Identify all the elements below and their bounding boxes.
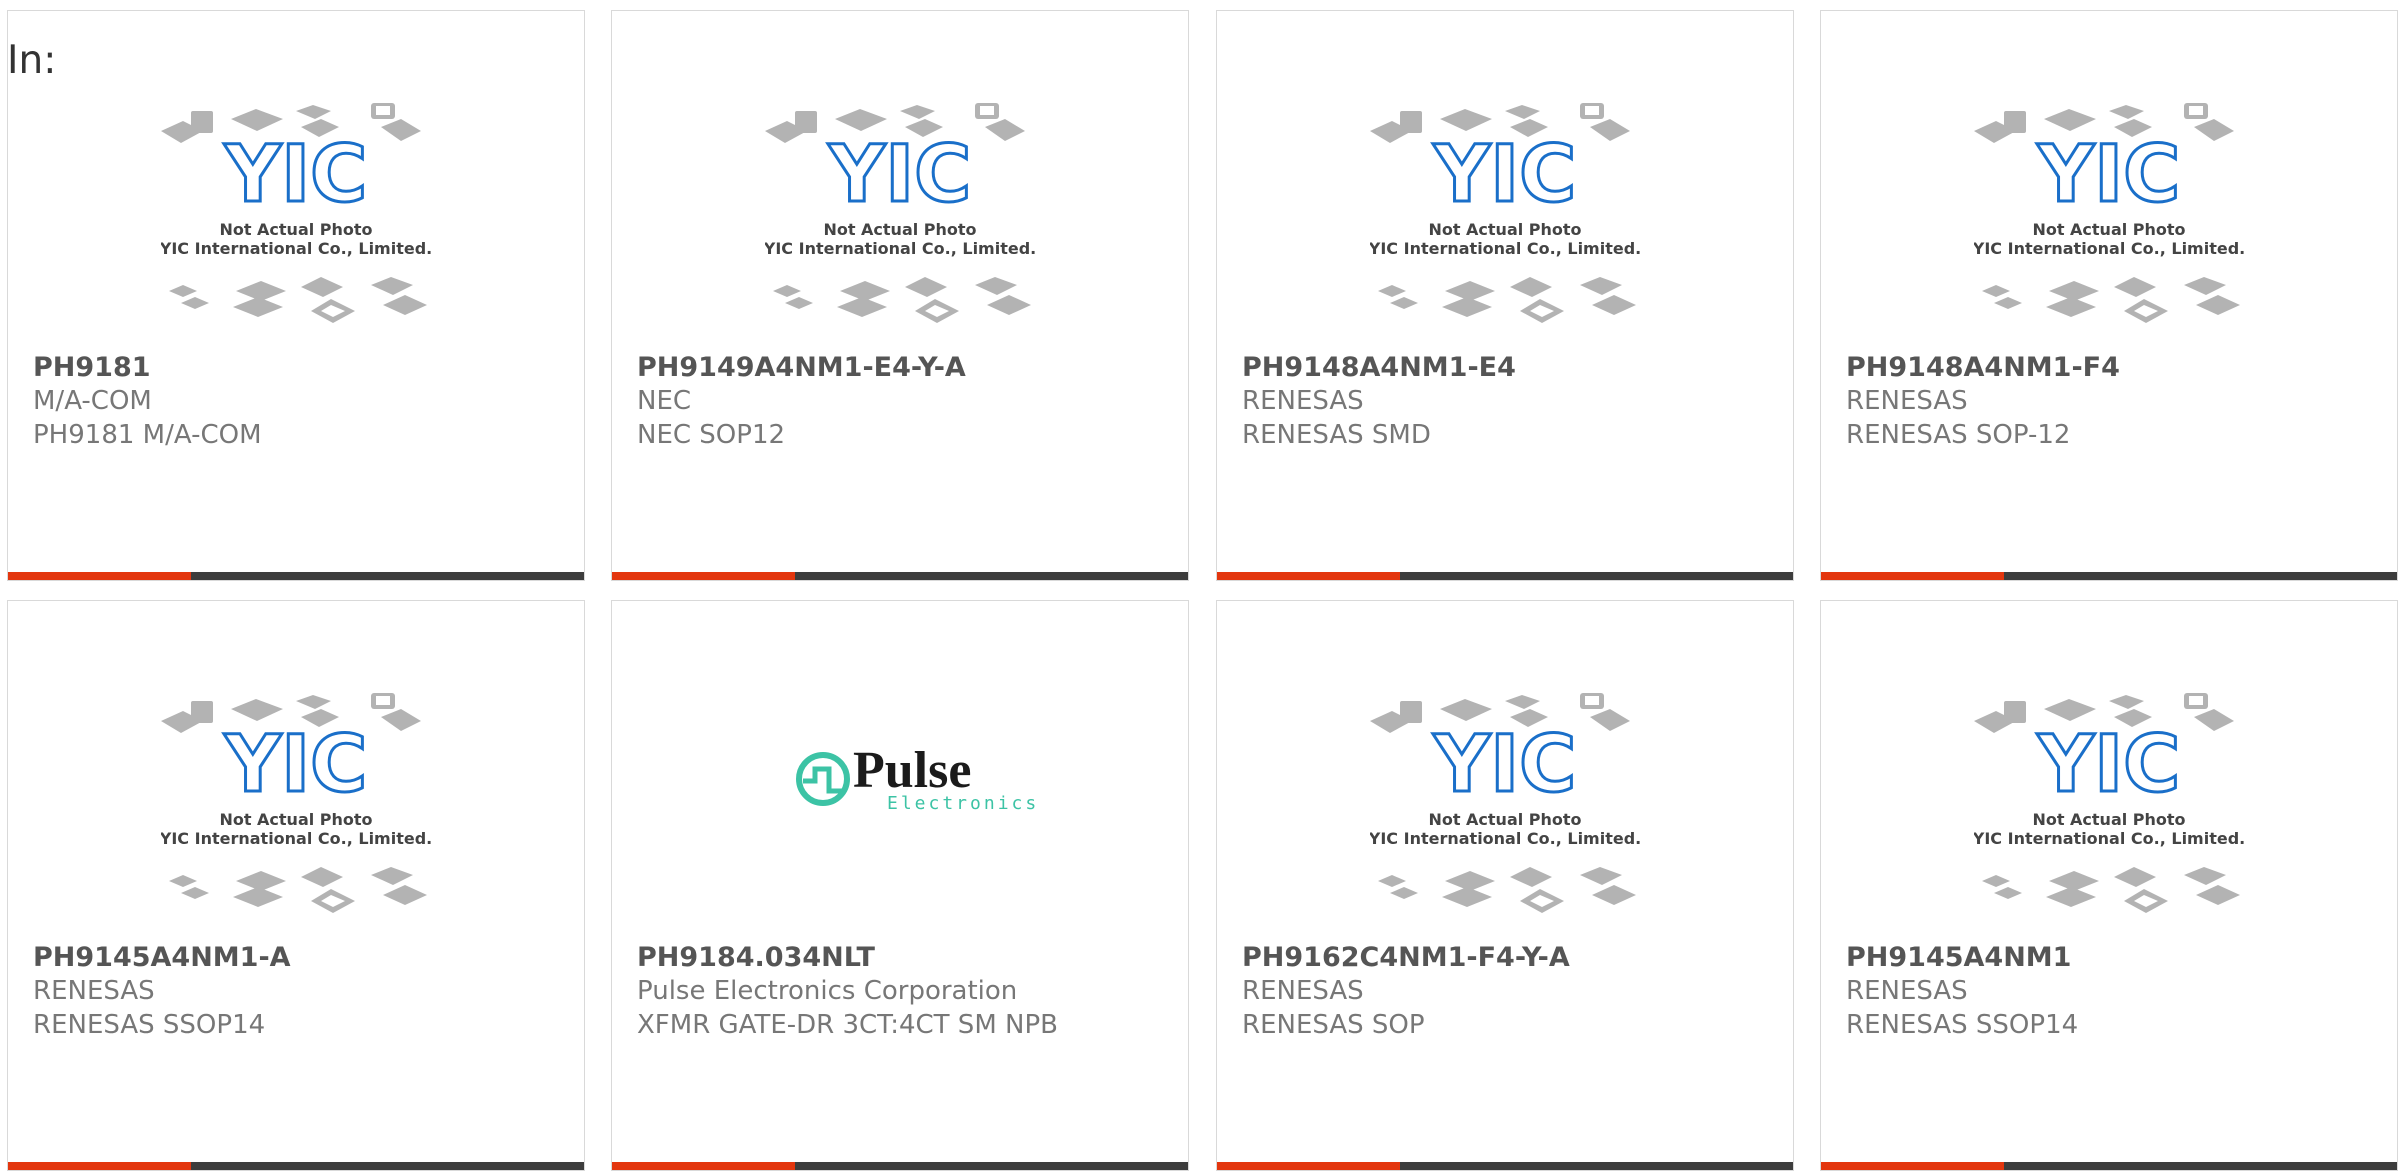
part-number-link[interactable]: PH9145A4NM1	[1846, 942, 2071, 973]
yic-logo-text: YIC	[224, 720, 368, 810]
manufacturer: Pulse Electronics Corporation	[637, 976, 1018, 1006]
manufacturer: RENESAS	[1242, 386, 1364, 416]
description: XFMR GATE-DR 3CT:4CT SM NPB	[637, 1010, 1058, 1040]
card-accent-bar	[1821, 572, 2004, 580]
description: PH9181 M/A-COM	[33, 420, 262, 450]
yic-logo-text: YIC	[1433, 130, 1577, 220]
part-number-link[interactable]: PH9148A4NM1-F4	[1846, 352, 2120, 383]
placeholder-line1: Not Actual Photo	[1428, 220, 1581, 239]
product-image[interactable]: YIC Not Actual Photo YIC International C…	[8, 91, 584, 361]
placeholder-line2: YIC International Co., Limited.	[1370, 829, 1640, 848]
product-image[interactable]: YIC Not Actual Photo YIC International C…	[8, 681, 584, 951]
product-card[interactable]: Pulse Electronics PH9184.034NLT Pulse Ele…	[611, 600, 1189, 1171]
yic-placeholder-image: YIC Not Actual Photo YIC International C…	[161, 103, 431, 323]
card-bottom-bar	[1217, 1162, 1793, 1170]
manufacturer: RENESAS	[1846, 386, 1968, 416]
yic-logo-text: YIC	[828, 130, 972, 220]
placeholder-line1: Not Actual Photo	[219, 810, 372, 829]
yic-logo-text: YIC	[2037, 130, 2181, 220]
card-bottom-bar	[1821, 1162, 2397, 1170]
product-image[interactable]: YIC Not Actual Photo YIC International C…	[1821, 681, 2397, 951]
product-image[interactable]: YIC Not Actual Photo YIC International C…	[612, 91, 1188, 361]
product-image[interactable]: YIC Not Actual Photo YIC International C…	[1217, 681, 1793, 951]
manufacturer: NEC	[637, 386, 692, 416]
yic-logo-text: YIC	[224, 130, 368, 220]
part-number-link[interactable]: PH9181	[33, 352, 151, 383]
card-accent-bar	[612, 572, 795, 580]
part-number-link[interactable]: PH9162C4NM1-F4-Y-A	[1242, 942, 1570, 973]
product-image[interactable]: Pulse Electronics	[612, 681, 1188, 951]
card-accent-bar	[612, 1162, 795, 1170]
description: RENESAS SOP-12	[1846, 420, 2071, 450]
yic-logo-text: YIC	[1433, 720, 1577, 810]
placeholder-line1: Not Actual Photo	[219, 220, 372, 239]
product-card[interactable]: YIC Not Actual Photo YIC International C…	[1216, 10, 1794, 581]
yic-placeholder-image: YIC Not Actual Photo YIC International C…	[1974, 693, 2244, 913]
card-bottom-bar	[612, 1162, 1188, 1170]
placeholder-line2: YIC International Co., Limited.	[1974, 829, 2244, 848]
pulse-logo-image: Pulse Electronics	[796, 742, 1035, 814]
yic-placeholder-image: YIC Not Actual Photo YIC International C…	[1370, 693, 1640, 913]
product-card[interactable]: YIC Not Actual Photo YIC International C…	[1820, 600, 2398, 1171]
part-number-link[interactable]: PH9145A4NM1-A	[33, 942, 291, 973]
manufacturer: RENESAS	[1242, 976, 1364, 1006]
product-card[interactable]: YIC Not Actual Photo YIC International C…	[1216, 600, 1794, 1171]
card-bottom-bar	[612, 572, 1188, 580]
placeholder-line2: YIC International Co., Limited.	[1974, 239, 2244, 258]
placeholder-line2: YIC International Co., Limited.	[765, 239, 1035, 258]
product-card[interactable]: YIC Not Actual Photo YIC International C…	[1820, 10, 2398, 581]
yic-logo-text: YIC	[2037, 720, 2181, 810]
placeholder-line2: YIC International Co., Limited.	[1370, 239, 1640, 258]
description: RENESAS SSOP14	[33, 1010, 266, 1040]
placeholder-line1: Not Actual Photo	[2032, 810, 2185, 829]
description: RENESAS SMD	[1242, 420, 1431, 450]
product-card[interactable]: YIC Not Actual Photo YIC International C…	[611, 10, 1189, 581]
placeholder-line2: YIC International Co., Limited.	[161, 239, 431, 258]
filter-label: In:	[7, 38, 57, 83]
card-bottom-bar	[8, 1162, 584, 1170]
card-accent-bar	[8, 572, 191, 580]
manufacturer: M/A-COM	[33, 386, 152, 416]
card-bottom-bar	[8, 572, 584, 580]
placeholder-line1: Not Actual Photo	[823, 220, 976, 239]
manufacturer: RENESAS	[33, 976, 155, 1006]
description: RENESAS SSOP14	[1846, 1010, 2079, 1040]
part-number-link[interactable]: PH9149A4NM1-E4-Y-A	[637, 352, 966, 383]
placeholder-line1: Not Actual Photo	[1428, 810, 1581, 829]
card-accent-bar	[8, 1162, 191, 1170]
description: NEC SOP12	[637, 420, 786, 450]
yic-placeholder-image: YIC Not Actual Photo YIC International C…	[161, 693, 431, 913]
pulse-sub: Electronics	[887, 793, 1035, 814]
card-bottom-bar	[1821, 572, 2397, 580]
card-accent-bar	[1217, 572, 1400, 580]
yic-placeholder-image: YIC Not Actual Photo YIC International C…	[1974, 103, 2244, 323]
pulse-name: Pulse	[853, 742, 971, 799]
product-card[interactable]: YIC Not Actual Photo YIC International C…	[7, 600, 585, 1171]
placeholder-line1: Not Actual Photo	[2032, 220, 2185, 239]
yic-placeholder-image: YIC Not Actual Photo YIC International C…	[765, 103, 1035, 323]
part-number-link[interactable]: PH9148A4NM1-E4	[1242, 352, 1516, 383]
card-bottom-bar	[1217, 572, 1793, 580]
part-number-link[interactable]: PH9184.034NLT	[637, 942, 875, 973]
product-image[interactable]: YIC Not Actual Photo YIC International C…	[1217, 91, 1793, 361]
yic-placeholder-image: YIC Not Actual Photo YIC International C…	[1370, 103, 1640, 323]
product-grid: YIC Not Actual Photo YIC International C…	[0, 0, 2400, 1171]
product-image[interactable]: YIC Not Actual Photo YIC International C…	[1821, 91, 2397, 361]
product-card[interactable]: YIC Not Actual Photo YIC International C…	[7, 10, 585, 581]
card-accent-bar	[1217, 1162, 1400, 1170]
placeholder-line2: YIC International Co., Limited.	[161, 829, 431, 848]
card-accent-bar	[1821, 1162, 2004, 1170]
manufacturer: RENESAS	[1846, 976, 1968, 1006]
description: RENESAS SOP	[1242, 1010, 1425, 1040]
